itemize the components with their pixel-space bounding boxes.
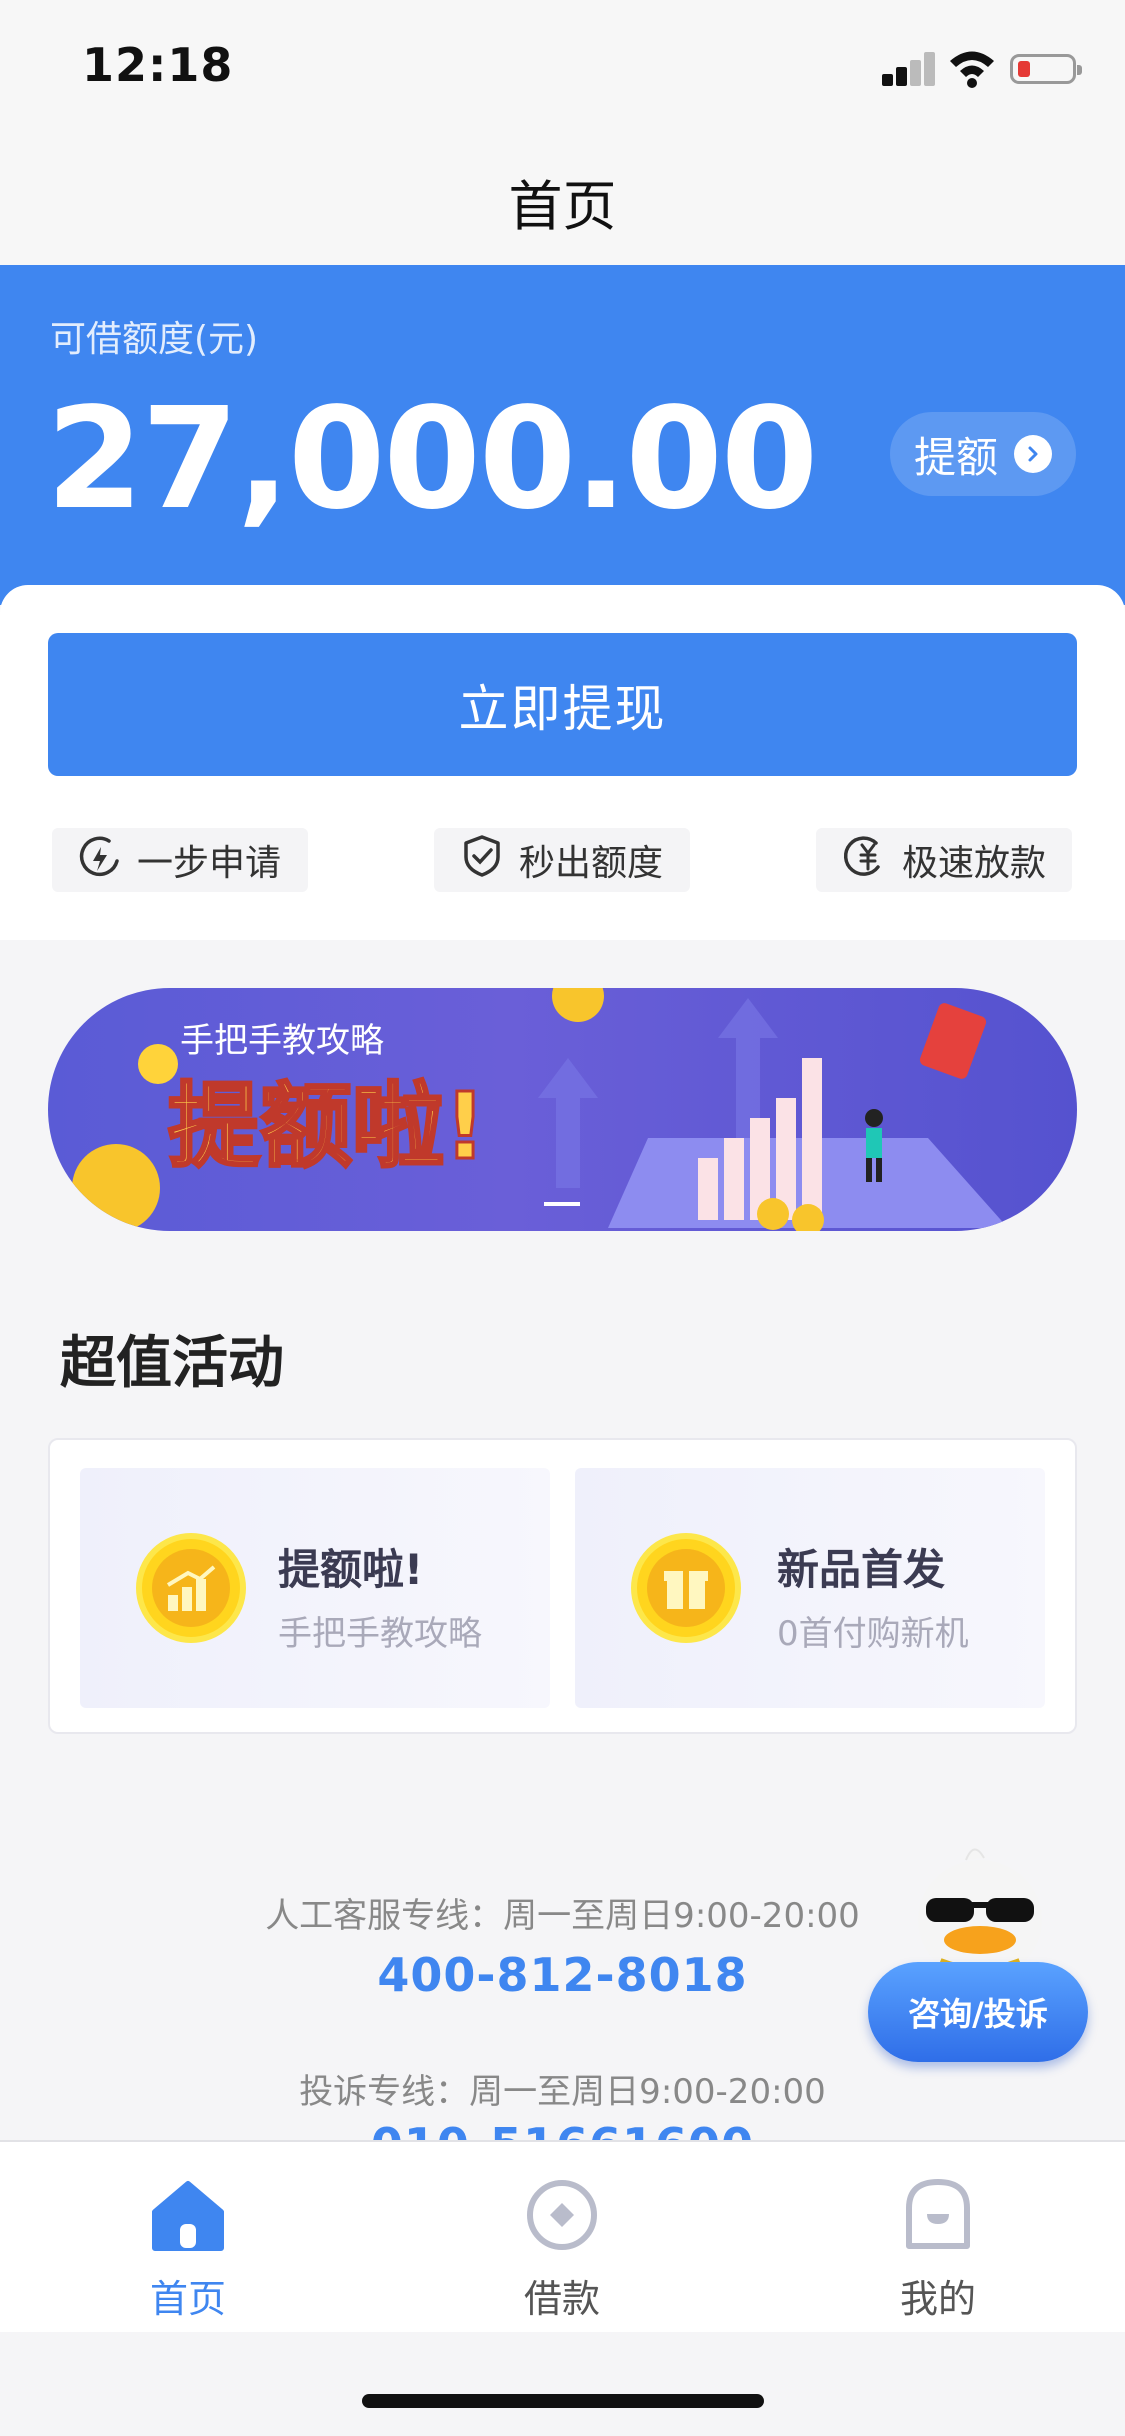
feature-fast-loan: 极速放款: [816, 828, 1072, 892]
activities-title: 超值活动: [60, 1331, 284, 1396]
feature-one-step: 一步申请: [52, 828, 308, 892]
feature-label: 秒出额度: [518, 843, 663, 884]
battery-icon: [1010, 54, 1082, 84]
consult-complaint-button[interactable]: 咨询/投诉: [868, 1962, 1088, 2062]
wifi-icon: [948, 48, 996, 88]
feature-label: 一步申请: [136, 843, 281, 884]
duck-mascot-icon[interactable]: [900, 1840, 1060, 1980]
loan-icon: [462, 2160, 662, 2252]
tab-loan[interactable]: 借款: [462, 2160, 662, 2323]
chart-up-icon: [136, 1533, 246, 1643]
status-time: 12:18: [82, 38, 234, 92]
tab-label: 借款: [523, 2277, 600, 2321]
home-indicator-area: [0, 2332, 1125, 2436]
raise-limit-button[interactable]: 提额: [890, 412, 1076, 496]
raise-limit-label: 提额: [913, 432, 998, 482]
promo-banner[interactable]: 手把手教攻略 提额啦!: [48, 988, 1077, 1231]
tab-home[interactable]: 首页: [88, 2160, 288, 2323]
activity-title: 新品首发: [777, 1545, 946, 1594]
yuan-clock-icon: [842, 833, 886, 888]
activity-card-new-product[interactable]: 新品首发 0首付购新机: [575, 1468, 1045, 1708]
withdraw-button[interactable]: 立即提现: [48, 633, 1077, 776]
banner-title: 提额啦!: [168, 1073, 486, 1180]
profile-icon: [838, 2160, 1038, 2252]
tab-label: 我的: [899, 2277, 976, 2321]
tab-profile[interactable]: 我的: [838, 2160, 1038, 2323]
credit-amount: 27,000.00: [46, 378, 818, 541]
feature-label: 极速放款: [901, 843, 1046, 884]
chevron-right-icon: [1014, 435, 1052, 473]
shield-check-icon: [461, 833, 503, 888]
home-indicator[interactable]: [362, 2394, 764, 2408]
banner-subtitle: 手把手教攻略: [180, 1021, 384, 1061]
tab-label: 首页: [149, 2277, 226, 2321]
complaint-label: 投诉专线：周一至周日9:00-20:00: [299, 2072, 826, 2112]
credit-label: 可借额度(元): [50, 319, 259, 360]
activity-title: 提额啦!: [278, 1545, 424, 1594]
signal-icon: [882, 52, 935, 86]
activity-subtitle: 手把手教攻略: [278, 1614, 482, 1654]
feature-instant-limit: 秒出额度: [434, 828, 690, 892]
lightning-icon: [79, 833, 121, 888]
gift-icon: [631, 1533, 741, 1643]
activity-subtitle: 0首付购新机: [777, 1614, 969, 1654]
activity-card-raise[interactable]: 提额啦! 手把手教攻略: [80, 1468, 550, 1708]
banner-illustration: 手把手教攻略 提额啦!: [72, 988, 1008, 1231]
page-title: 首页: [508, 175, 617, 238]
home-icon: [88, 2160, 288, 2252]
